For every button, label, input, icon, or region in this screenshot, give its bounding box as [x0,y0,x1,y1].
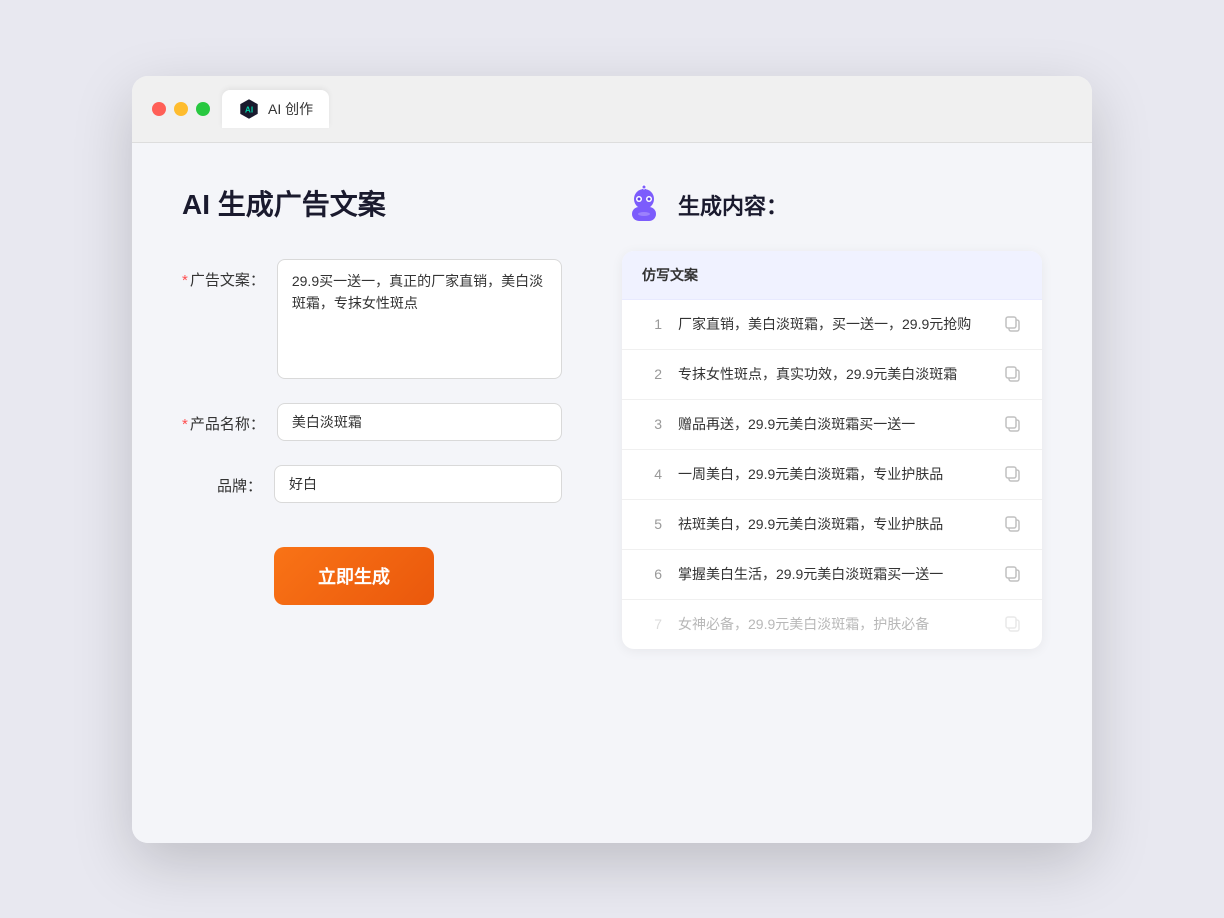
ai-tab-icon: AI [238,98,260,120]
brand-input[interactable] [274,465,562,503]
product-name-label: *产品名称： [182,403,265,434]
result-text: 女神必备，29.9元美白淡斑霜，护肤必备 [678,614,988,635]
product-name-input[interactable] [277,403,562,441]
svg-text:AI: AI [245,105,253,114]
result-text: 祛斑美白，29.9元美白淡斑霜，专业护肤品 [678,514,988,535]
result-text: 一周美白，29.9元美白淡斑霜，专业护肤品 [678,464,988,485]
result-text: 厂家直销，美白淡斑霜，买一送一，29.9元抢购 [678,314,988,335]
right-panel: 生成内容： 仿写文案 1 厂家直销，美白淡斑霜，买一送一，29.9元抢购 2 专… [622,183,1042,649]
minimize-button[interactable] [174,102,188,116]
left-panel: AI 生成广告文案 *广告文案： 29.9买一送一，真正的厂家直销，美白淡斑霜，… [182,183,562,649]
results-container: 仿写文案 1 厂家直销，美白淡斑霜，买一送一，29.9元抢购 2 专抹女性斑点，… [622,251,1042,649]
result-text: 专抹女性斑点，真实功效，29.9元美白淡斑霜 [678,364,988,385]
result-number: 2 [642,366,662,382]
tab-label: AI 创作 [268,99,313,119]
result-row: 4 一周美白，29.9元美白淡斑霜，专业护肤品 [622,450,1042,500]
result-number: 5 [642,516,662,532]
result-number: 4 [642,466,662,482]
traffic-lights [152,102,210,116]
result-row: 7 女神必备，29.9元美白淡斑霜，护肤必备 [622,600,1042,649]
result-row: 1 厂家直销，美白淡斑霜，买一送一，29.9元抢购 [622,300,1042,350]
product-name-row: *产品名称： [182,403,562,441]
browser-tab[interactable]: AI AI 创作 [222,90,329,128]
required-star-1: * [182,272,188,289]
copy-icon[interactable] [1004,515,1022,533]
ad-copy-label: *广告文案： [182,259,265,290]
right-header: 生成内容： [622,183,1042,227]
copy-icon[interactable] [1004,565,1022,583]
result-row: 5 祛斑美白，29.9元美白淡斑霜，专业护肤品 [622,500,1042,550]
result-text: 赠品再送，29.9元美白淡斑霜买一送一 [678,414,988,435]
browser-content: AI 生成广告文案 *广告文案： 29.9买一送一，真正的厂家直销，美白淡斑霜，… [132,143,1092,843]
bot-icon [622,183,666,227]
required-star-2: * [182,416,188,433]
result-text: 掌握美白生活，29.9元美白淡斑霜买一送一 [678,564,988,585]
ad-copy-row: *广告文案： 29.9买一送一，真正的厂家直销，美白淡斑霜，专抹女性斑点 [182,259,562,379]
page-title: AI 生成广告文案 [182,183,562,223]
result-row: 6 掌握美白生活，29.9元美白淡斑霜买一送一 [622,550,1042,600]
result-number: 6 [642,566,662,582]
main-layout: AI 生成广告文案 *广告文案： 29.9买一送一，真正的厂家直销，美白淡斑霜，… [182,183,1042,649]
maximize-button[interactable] [196,102,210,116]
result-row: 2 专抹女性斑点，真实功效，29.9元美白淡斑霜 [622,350,1042,400]
results-list: 1 厂家直销，美白淡斑霜，买一送一，29.9元抢购 2 专抹女性斑点，真实功效，… [622,300,1042,649]
copy-icon[interactable] [1004,365,1022,383]
copy-icon[interactable] [1004,465,1022,483]
results-header: 仿写文案 [622,251,1042,300]
titlebar: AI AI 创作 [132,76,1092,143]
brand-row: 品牌： [182,465,562,503]
copy-icon[interactable] [1004,615,1022,633]
browser-window: AI AI 创作 AI 生成广告文案 *广告文案： 29.9买一送一，真正的厂家… [132,76,1092,843]
result-row: 3 赠品再送，29.9元美白淡斑霜买一送一 [622,400,1042,450]
brand-label: 品牌： [182,465,262,496]
ad-copy-input[interactable]: 29.9买一送一，真正的厂家直销，美白淡斑霜，专抹女性斑点 [277,259,562,379]
copy-icon[interactable] [1004,415,1022,433]
generate-button[interactable]: 立即生成 [274,547,434,605]
right-title: 生成内容： [678,189,788,221]
result-number: 7 [642,616,662,632]
result-number: 1 [642,316,662,332]
result-number: 3 [642,416,662,432]
copy-icon[interactable] [1004,315,1022,333]
close-button[interactable] [152,102,166,116]
